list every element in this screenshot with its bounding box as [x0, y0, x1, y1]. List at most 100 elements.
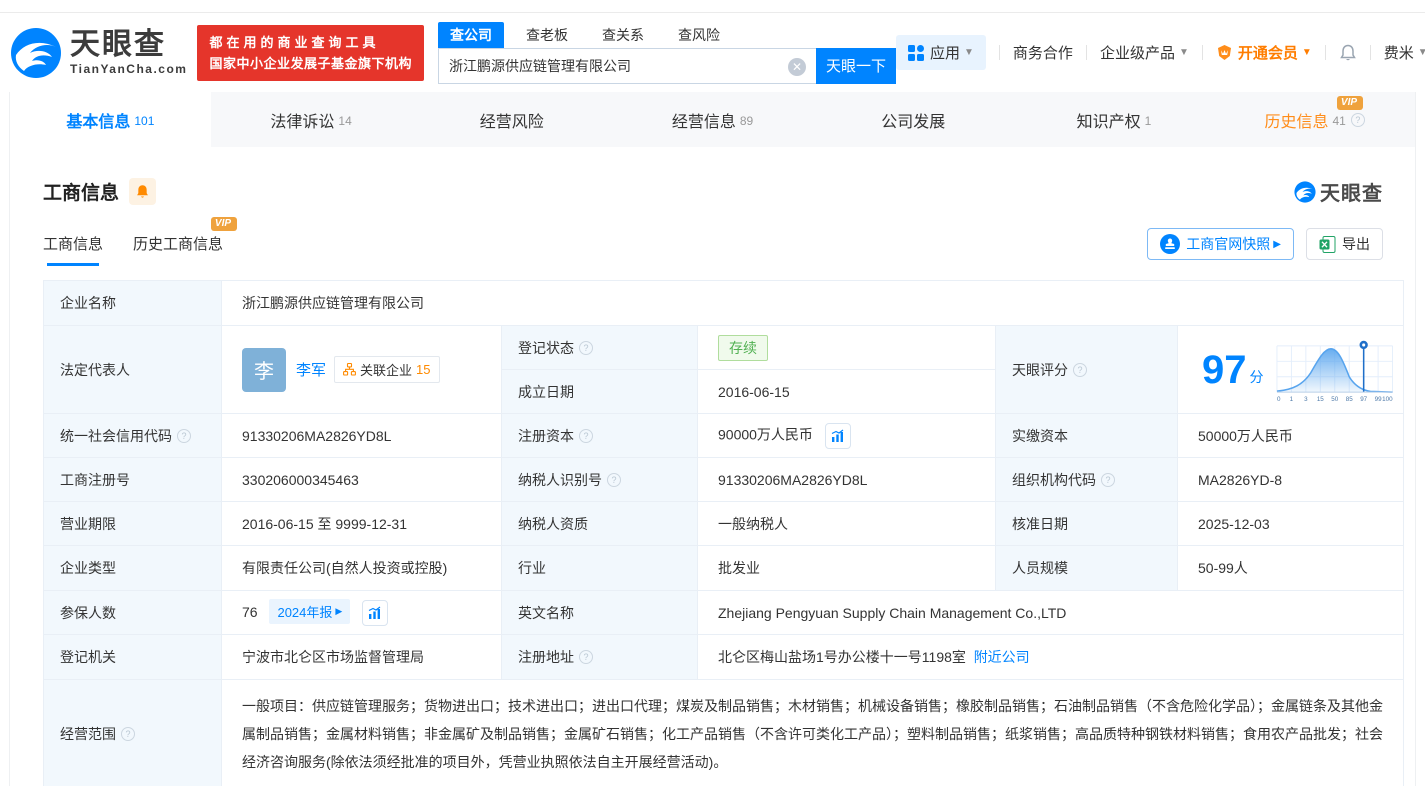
business-scope-value: 一般项目：供应链管理服务；货物进出口；技术进出口；进出口代理；煤炭及制品销售；木…	[220, 679, 1405, 786]
help-icon[interactable]: ?	[1350, 112, 1365, 127]
status-badge[interactable]: 存续	[718, 334, 768, 361]
help-icon[interactable]: ?	[177, 428, 191, 443]
tab-legal-proceedings[interactable]: 法律诉讼 14	[211, 92, 412, 147]
search-tab-risk[interactable]: 查风险	[666, 22, 732, 48]
tab-business-info[interactable]: 经营信息 89	[612, 92, 813, 147]
insured-count-cell: 76 2024年报 ▶	[221, 590, 502, 635]
vip-badge: VIP	[1336, 96, 1364, 110]
establish-date-value: 2016-06-15	[697, 369, 996, 414]
watermark-text: 天眼查	[1320, 183, 1383, 205]
chevron-down-icon: ▼	[1178, 47, 1189, 58]
username: 费米	[1383, 45, 1414, 62]
tab-intellectual-property[interactable]: 知识产权 1	[1014, 92, 1215, 147]
help-icon[interactable]: ?	[579, 650, 593, 664]
table-row: 工商注册号 330206000345463 纳税人识别号? 91330206MA…	[43, 457, 1405, 502]
apps-label: 应用	[930, 45, 961, 62]
annual-report-badge[interactable]: 2024年报 ▶	[269, 598, 351, 624]
search-tab-company[interactable]: 查公司	[438, 21, 504, 48]
apps-grid-icon	[908, 44, 924, 61]
org-chart-icon	[343, 363, 356, 376]
approval-date-value: 2025-12-03	[1176, 501, 1405, 546]
apps-menu[interactable]: 应用 ▼	[896, 35, 986, 70]
tianyan-score-cell[interactable]: 97 分 0 1 3 15 50 85 97 99 100	[1176, 325, 1405, 414]
nearby-companies-link[interactable]: 附近公司	[974, 649, 1030, 665]
company-name-value: 浙江鹏源供应链管理有限公司	[220, 280, 1405, 326]
taxpayer-quality-value: 一般纳税人	[697, 501, 996, 546]
related-companies-badge[interactable]: 关联企业 15	[334, 356, 440, 383]
promo-banner: 都在用的商业查询工具 国家中小企业发展子基金旗下机构	[197, 24, 424, 81]
notifications-bell-icon[interactable]	[1339, 44, 1357, 62]
insured-chart-icon[interactable]	[362, 600, 389, 627]
tianyancha-logo[interactable]: 天眼查 TianYanCha.com	[10, 27, 187, 79]
user-account-menu[interactable]: 费米 ▼	[1384, 42, 1425, 63]
export-button[interactable]: 导出	[1306, 228, 1383, 260]
subtab-history-registration[interactable]: VIP 历史工商信息	[133, 217, 238, 266]
search-tab-boss[interactable]: 查老板	[514, 22, 580, 48]
tab-company-development[interactable]: 公司发展	[813, 92, 1014, 147]
help-icon[interactable]: ?	[579, 340, 593, 355]
monitor-bell-icon[interactable]	[129, 178, 157, 205]
logo-domain: TianYanCha.com	[70, 61, 188, 76]
field-label: 法定代表人	[43, 325, 222, 414]
field-label: 经营范围?	[43, 679, 222, 786]
help-icon[interactable]: ?	[1101, 472, 1115, 487]
table-row: 登记机关 宁波市北仑区市场监督管理局 注册地址? 北仑区梅山盐场1号办公楼十一号…	[43, 634, 1405, 680]
search-tab-relation[interactable]: 查关系	[590, 22, 656, 48]
enterprise-label: 企业级产品	[1099, 45, 1175, 62]
tab-history-info[interactable]: VIP 历史信息 41 ?	[1214, 92, 1415, 147]
taxpayer-id-value: 91330206MA2826YD8L	[697, 457, 996, 502]
divider	[998, 45, 1000, 60]
svg-text:97: 97	[1360, 395, 1367, 402]
help-icon[interactable]: ?	[579, 428, 593, 443]
field-label: 成立日期	[501, 369, 698, 414]
field-label: 人员规模	[995, 545, 1178, 591]
logo-title: 天眼查	[70, 27, 166, 61]
clear-search-icon[interactable]: ✕	[788, 57, 806, 76]
chevron-down-icon: ▼	[1301, 47, 1312, 58]
staff-size-value: 50-99人	[1176, 545, 1405, 591]
field-label: 工商注册号	[43, 457, 222, 502]
field-label: 企业名称	[43, 280, 222, 326]
search-box: ✕	[438, 47, 816, 84]
registered-address-cell: 北仑区梅山盐场1号办公楼十一号1198室 附近公司	[696, 634, 1405, 680]
help-icon[interactable]: ?	[121, 727, 135, 741]
table-row: 统一社会信用代码? 91330206MA2826YD8L 注册资本? 90000…	[43, 413, 1405, 458]
svg-text:3: 3	[1304, 395, 1308, 402]
enterprise-products-menu[interactable]: 企业级产品 ▼	[1100, 42, 1189, 63]
help-icon[interactable]: ?	[1073, 362, 1087, 377]
search-input[interactable]	[439, 57, 769, 74]
paid-capital-value: 50000万人民币	[1176, 413, 1405, 458]
subtab-row: 工商信息 VIP 历史工商信息 工商官网快照 ▶ 导出	[43, 217, 1383, 266]
credit-code-value: 91330206MA2826YD8L	[221, 413, 502, 458]
divider	[1085, 45, 1087, 60]
capital-chart-icon[interactable]	[824, 422, 851, 449]
svg-text:15: 15	[1316, 395, 1323, 402]
tab-business-risk[interactable]: 经营风险	[411, 92, 612, 147]
table-row: 经营范围? 一般项目：供应链管理服务；货物进出口；技术进出口；进出口代理；煤炭及…	[43, 679, 1405, 786]
table-row: 企业类型 有限责任公司(自然人投资或控股) 行业 批发业 人员规模 50-99人	[43, 545, 1405, 591]
cooperation-link[interactable]: 商务合作	[1013, 42, 1073, 63]
field-label: 天眼评分?	[995, 325, 1178, 414]
field-label: 企业类型	[43, 545, 222, 591]
stamp-icon	[1160, 234, 1181, 254]
tab-basic-info[interactable]: 基本信息 101	[10, 92, 211, 147]
field-label: 行业	[501, 545, 698, 591]
field-label: 核准日期	[995, 501, 1178, 546]
field-label: 纳税人识别号?	[501, 457, 698, 502]
site-header: 天眼查 TianYanCha.com 都在用的商业查询工具 国家中小企业发展子基…	[0, 12, 1425, 92]
help-icon[interactable]: ?	[607, 472, 621, 487]
section-header: 工商信息 天眼查	[43, 177, 1383, 206]
promo-line1: 都在用的商业查询工具	[209, 34, 380, 50]
legal-representative-link[interactable]: 李军	[296, 359, 326, 380]
table-row: 参保人数 76 2024年报 ▶ 英文名称 Zhejiang Pengyuan …	[43, 590, 1405, 635]
svg-text:99: 99	[1374, 395, 1381, 402]
open-vip-menu[interactable]: 开通会员 ▼	[1216, 42, 1312, 63]
search-button[interactable]: 天眼一下	[816, 47, 896, 84]
svg-text:85: 85	[1345, 395, 1352, 402]
field-label: 登记状态?	[501, 325, 698, 370]
subtab-business-registration[interactable]: 工商信息	[43, 233, 103, 266]
svg-text:50: 50	[1331, 395, 1338, 402]
search-tabs: 查公司 查老板 查关系 查风险	[438, 21, 896, 48]
official-snapshot-button[interactable]: 工商官网快照 ▶	[1147, 228, 1294, 260]
avatar[interactable]: 李	[242, 347, 286, 392]
